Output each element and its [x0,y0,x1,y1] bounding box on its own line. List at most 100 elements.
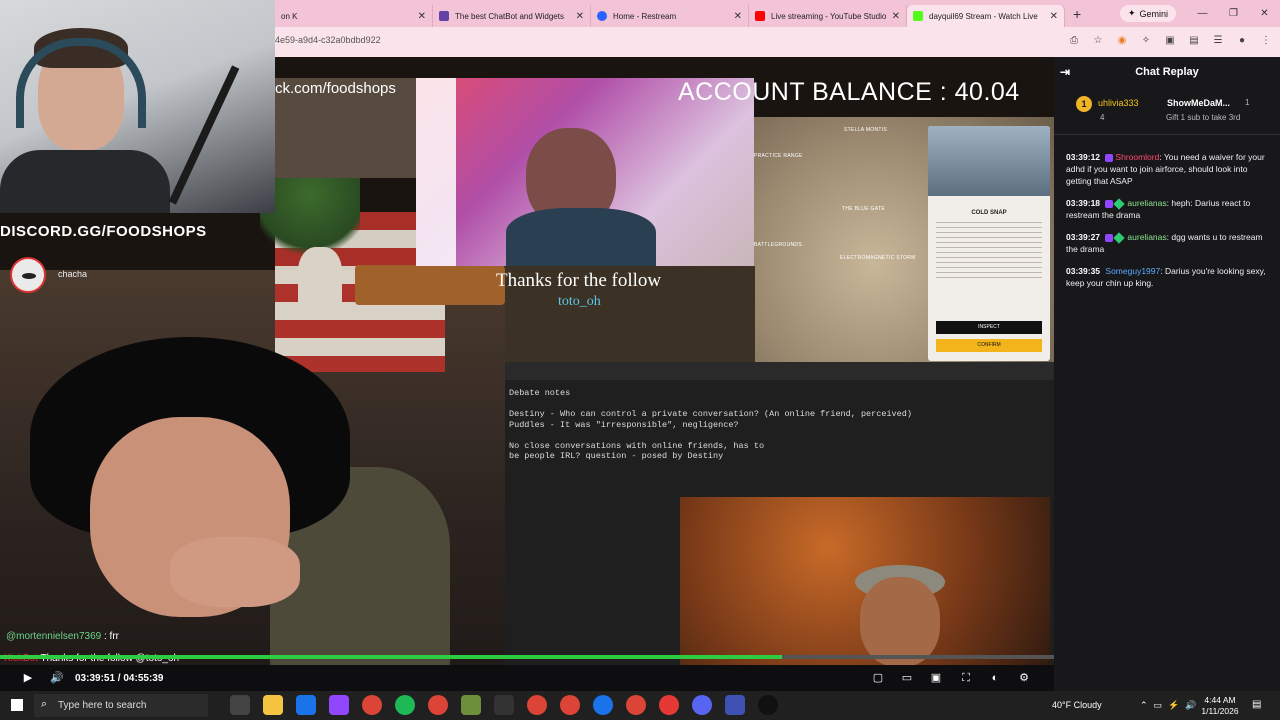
install-icon[interactable]: ⎙ [1066,33,1082,49]
chrome-icon[interactable] [560,695,580,715]
play-icon[interactable]: ▶ [20,670,36,686]
video-progress-bar[interactable] [0,655,1054,659]
browser-tab[interactable]: The best ChatBot and Widgets ✕ [433,5,591,27]
close-window-icon[interactable]: ✕ [1249,0,1280,27]
map-label: ELECTROMAGNETIC STORM [840,255,916,261]
map-label: THE BLUE GATE [842,206,885,212]
streamer-cam-2 [680,497,1050,665]
gem-badge-icon [1113,198,1126,210]
cast-icon[interactable]: ▣ [1162,33,1178,49]
url-field[interactable]: 4e59-a9d4-c32a0bdbd922 [275,35,381,45]
chat-message: 03:39:27 aurelianas: dgg wants u to rest… [1066,231,1271,255]
close-tab-icon[interactable]: ✕ [892,11,900,22]
gift-prompt: Gift 1 sub to take 3rd [1166,113,1241,122]
twitch-icon[interactable] [329,695,349,715]
pip-body [506,208,656,266]
message-user[interactable]: Someguy1997 [1105,266,1160,276]
weather-widget[interactable]: 40°F Cloudy [1052,700,1102,710]
inspect-button[interactable]: INSPECT [936,321,1042,334]
fullscreen-icon[interactable]: ⛶ [958,670,974,686]
gift-user-2[interactable]: ShowMeDaM... [1167,98,1230,108]
app-icon[interactable] [461,695,481,715]
obs-icon[interactable] [758,695,778,715]
clip-icon[interactable]: ▢ [870,670,886,686]
browser-tab-active[interactable]: dayquil69 Stream - Watch Live ✕ [907,5,1065,27]
reading-list-icon[interactable]: ☰ [1210,33,1226,49]
task-view-icon[interactable] [230,695,250,715]
notes-editor: Debate notes Destiny - Who can control a… [505,362,1054,665]
webcam-shirt [0,150,170,213]
card-description [936,222,1042,282]
file-explorer-icon[interactable] [263,695,283,715]
app-icon[interactable] [725,695,745,715]
browser-tab[interactable]: Home - Restream ✕ [591,5,749,27]
menu-kebab-icon[interactable]: ⋮ [1258,33,1274,49]
confirm-button[interactable]: CONFIRM [936,339,1042,352]
browser-tab[interactable]: Live streaming - YouTube Studio ✕ [749,5,907,27]
chat-overlay-line: @mortennielsen7369 : frr [6,631,119,642]
app-icon[interactable] [296,695,316,715]
streamer-hand [170,537,300,607]
chrome-icon[interactable] [626,695,646,715]
bookmark-star-icon[interactable]: ☆ [1090,33,1106,49]
close-tab-icon[interactable]: ✕ [1050,11,1058,22]
theatre-mode-icon[interactable]: ▭ [899,670,915,686]
playback-speed-icon[interactable]: ◐ [987,670,1003,686]
chat-message: 03:39:12 Shroomlord: You need a waiver f… [1066,151,1271,187]
settings-gear-icon[interactable]: ⚙ [1016,670,1032,686]
close-tab-icon[interactable]: ✕ [576,11,584,22]
gemini-button[interactable]: ✦ Gemini [1120,5,1177,22]
taskbar-search[interactable]: ⌕ Type here to search [34,694,208,717]
editor-text: Debate notes Destiny - Who can control a… [509,388,912,461]
card-title: COLD SNAP [971,210,1007,216]
message-user[interactable]: aurelianas [1127,198,1166,208]
volume-icon[interactable]: 🔊 [49,670,65,686]
gift-count-1: 4 [1100,113,1105,122]
tab-search-icon[interactable]: ▤ [1186,33,1202,49]
map-label: STELLA MONTIS [844,127,888,133]
spotify-icon[interactable] [395,695,415,715]
rank-badge: 1 [1076,96,1092,112]
browser-tab[interactable]: on K ✕ [275,5,433,27]
tab-title: Live streaming - YouTube Studio [771,11,887,21]
taskbar-clock[interactable]: 4:44 AM 1/11/2026 [1200,695,1240,717]
message-user[interactable]: Shroomlord [1115,152,1159,162]
new-tab-button[interactable]: + [1073,6,1081,22]
windows-start-icon[interactable] [11,699,23,711]
chrome-icon[interactable] [527,695,547,715]
follow-alert-user: toto_oh [558,294,601,309]
toolbar-icons: ⎙ ☆ ◉ ✧ ▣ ▤ ☰ ● ⋮ [1066,33,1274,49]
search-placeholder: Type here to search [58,700,147,711]
tab-title: Home - Restream [613,11,677,21]
minimize-icon[interactable]: — [1187,0,1218,27]
chat-title: Chat Replay [1135,66,1199,78]
close-tab-icon[interactable]: ✕ [734,11,742,22]
collapse-chat-icon[interactable]: ⇥ [1060,57,1070,87]
chat-messages: 03:39:12 Shroomlord: You need a waiver f… [1066,151,1271,299]
discord-icon[interactable] [692,695,712,715]
rss-icon[interactable]: ◉ [1114,33,1130,49]
chrome-icon[interactable] [362,695,382,715]
gift-user-1[interactable]: uhlivia333 [1098,98,1139,108]
profile-avatar-icon[interactable]: ● [1234,33,1250,49]
message-user[interactable]: aurelianas [1127,232,1166,242]
browser-tab-bar: on K ✕ The best ChatBot and Widgets ✕ Ho… [275,0,1280,27]
pip-icon[interactable]: ▣ [928,670,944,686]
close-tab-icon[interactable]: ✕ [418,11,426,22]
tab-favicon-icon [439,11,449,21]
app-icon[interactable] [593,695,613,715]
gem-badge-icon [1113,232,1126,244]
chrome-icon[interactable] [428,695,448,715]
sparkle-icon: ✦ [1128,8,1136,18]
system-tray-icons[interactable]: ⌃▭⚡🔊 [1140,700,1202,711]
app-icon[interactable] [659,695,679,715]
card-image [928,126,1050,196]
app-icon[interactable] [494,695,514,715]
gemini-label: Gemini [1139,8,1169,19]
restore-icon[interactable]: ❐ [1218,0,1249,27]
extensions-icon[interactable]: ✧ [1138,33,1154,49]
playback-time: 03:39:51 / 04:55:39 [75,673,164,684]
mention-text: : frr [104,631,119,642]
notification-icon[interactable]: ▤ [1252,699,1261,710]
address-bar: 4e59-a9d4-c32a0bdbd922 ⎙ ☆ ◉ ✧ ▣ ▤ ☰ ● ⋮ [275,27,1280,57]
